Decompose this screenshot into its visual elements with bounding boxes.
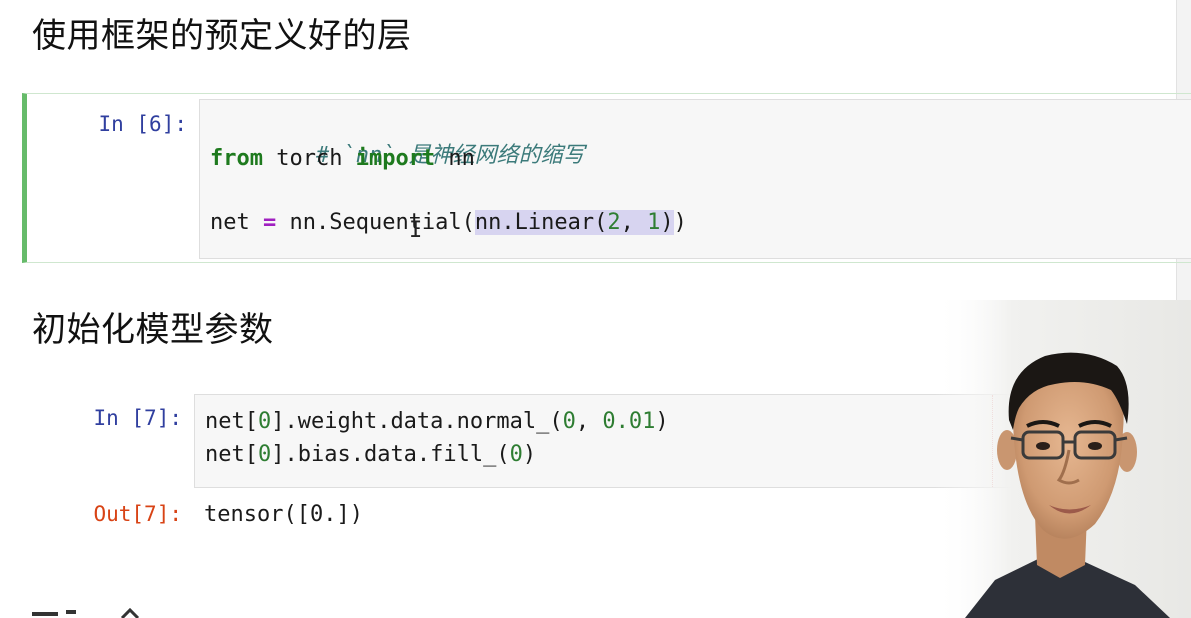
code-text: ) — [655, 409, 669, 434]
operator-assign: = — [262, 210, 277, 235]
next-heading-partial — [32, 600, 152, 618]
code-text: , — [575, 409, 603, 434]
code-text: nn.Sequential( — [276, 210, 475, 235]
code-text: net[ — [205, 442, 258, 467]
notebook-page: 使用框架的预定义好的层 In [6]: # `nn` 是神经网络的缩写 from… — [0, 0, 1191, 618]
webcam-presenter — [935, 300, 1191, 618]
cell-output: tensor([0.]) — [204, 502, 363, 527]
code-cell-6[interactable]: In [6]: # `nn` 是神经网络的缩写 from torch impor… — [22, 93, 1191, 263]
code-editor[interactable]: # `nn` 是神经网络的缩写 from torch import nn net… — [199, 99, 1191, 259]
number-literal: 0 — [562, 409, 576, 434]
code-text: , — [620, 210, 648, 235]
number-literal: 0 — [257, 409, 272, 434]
input-prompt: In [6]: — [98, 112, 187, 136]
text-cursor-icon: I — [409, 218, 423, 243]
number-literal: 1 — [647, 210, 661, 235]
code-text: ) — [673, 210, 687, 235]
keyword-import: import — [355, 146, 436, 171]
code-text: ].weight.data.normal_( — [271, 409, 563, 434]
code-text: ) — [660, 210, 674, 235]
keyword-from: from — [210, 146, 263, 171]
code-text: ) — [522, 442, 537, 467]
code-text: nn.Linear( — [474, 210, 608, 235]
number-literal: 0 — [509, 442, 523, 467]
code-text: net[ — [205, 409, 258, 434]
input-prompt: In [7]: — [93, 406, 182, 430]
code-text: torch — [262, 146, 356, 171]
code-text: net — [210, 210, 263, 235]
number-literal: 2 — [607, 210, 621, 235]
code-line-comment: # `nn` 是神经网络的缩写 — [210, 111, 585, 168]
markdown-heading-init: 初始化模型参数 — [32, 310, 274, 350]
markdown-heading-layers: 使用框架的预定义好的层 — [32, 16, 412, 56]
output-prompt: Out[7]: — [93, 502, 182, 526]
code-line-weight: net[0].weight.data.normal_(0, 0.01) — [205, 407, 669, 437]
code-line-import: from torch import nn — [210, 144, 475, 174]
code-line-bias: net[0].bias.data.fill_(0) — [205, 440, 536, 470]
code-line-net: net = nn.Sequential(nn.Linear(2, 1)) — [210, 208, 687, 238]
number-literal: 0.01 — [602, 409, 656, 434]
selected-text: nn.Linear(2, 1) — [474, 210, 674, 235]
code-text: nn — [435, 146, 475, 171]
number-literal: 0 — [257, 442, 272, 467]
code-text: ].bias.data.fill_( — [271, 442, 510, 467]
